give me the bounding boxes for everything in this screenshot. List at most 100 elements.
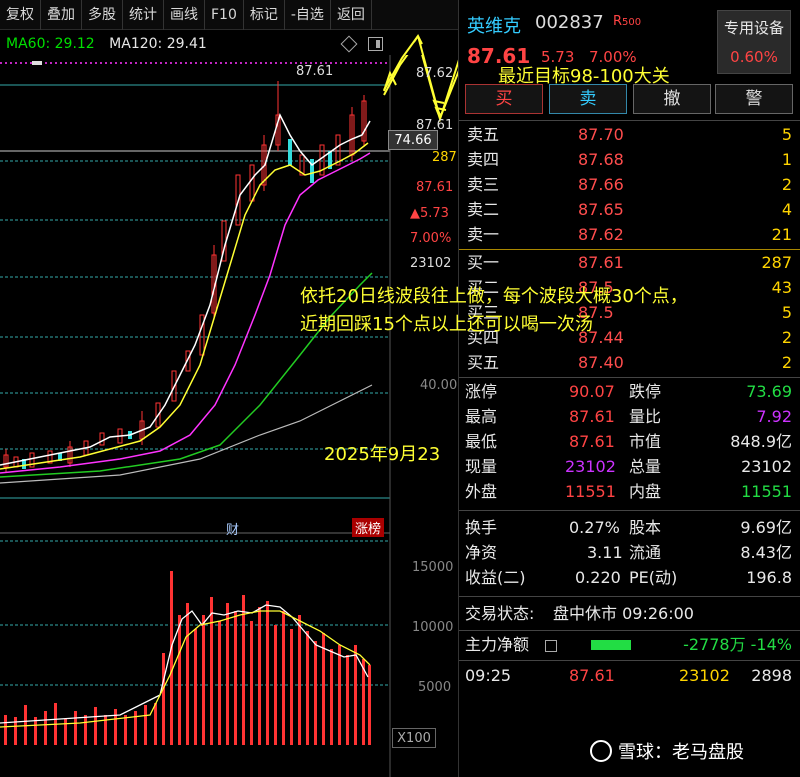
ask-price: 87.70 — [578, 125, 624, 144]
toolbar-overlay-button[interactable]: 叠加 — [41, 0, 82, 30]
ma120-label: MA120: 29.41 — [109, 36, 207, 52]
axis-change-label: ▲5.73 — [410, 206, 449, 221]
alert-button[interactable]: 警 — [715, 84, 793, 114]
stat-volume-ratio-value: 7.92 — [756, 407, 792, 426]
stat-total-vol-value: 23102 — [741, 457, 792, 476]
ask-row-5[interactable]: 卖五 87.70 5 — [463, 123, 792, 147]
ask-label: 卖二 — [467, 200, 500, 219]
bid-row-1[interactable]: 买一 87.61 287 — [463, 251, 792, 275]
ask-row-3[interactable]: 卖三 87.66 2 — [463, 173, 792, 197]
stat-net-assets-label: 净资 — [465, 543, 498, 562]
main-flow-bar — [591, 640, 631, 650]
bid-price: 87.40 — [578, 353, 624, 372]
badge-num: 500 — [622, 17, 642, 28]
main-flow-menu-icon[interactable] — [545, 640, 557, 652]
ma-gray-line — [0, 384, 373, 484]
bid-qty: 287 — [761, 253, 792, 272]
cancel-order-button[interactable]: 撤 — [633, 84, 711, 114]
toolbar-fuquan-button[interactable]: 复权 — [0, 0, 41, 30]
stat-outer-label: 外盘 — [465, 482, 498, 501]
bid-qty: 43 — [771, 278, 792, 297]
ask-qty: 2 — [781, 175, 792, 194]
sell-button[interactable]: 卖 — [549, 84, 627, 114]
ma60-label: MA60: 29.12 — [6, 36, 95, 52]
date-annotation: 2025年9月23 — [324, 444, 441, 465]
limit-up-list-marker[interactable]: 涨榜 — [352, 518, 385, 537]
kline-chart[interactable] — [0, 55, 458, 777]
sector-box[interactable]: 专用设备 0.60% — [717, 10, 791, 74]
stat-current-vol-value: 23102 — [565, 457, 616, 476]
stat-market-cap-value: 848.9亿 — [730, 432, 792, 451]
main-flow-value: -2778万 -14% — [683, 635, 792, 654]
ask-label: 卖四 — [467, 150, 500, 169]
ask-qty: 5 — [781, 125, 792, 144]
crosshair-price-box: 74.66 — [388, 130, 438, 150]
stat-low-value: 87.61 — [569, 432, 615, 451]
quote-panel: 英维克 002837 R500 专用设备 0.60% 87.61 5.73 7.… — [458, 0, 800, 777]
ask-qty: 1 — [781, 150, 792, 169]
toolbar-stats-button[interactable]: 统计 — [123, 0, 164, 30]
bid-label: 买五 — [467, 353, 500, 372]
settings-diamond-icon[interactable] — [340, 35, 358, 53]
rzrq-badge: R500 — [613, 14, 641, 29]
volume-axis-10000: 10000 — [412, 620, 454, 635]
tick-price: 87.61 — [569, 666, 615, 685]
watermark-text: 雪球：老马盘股 — [618, 742, 744, 763]
stat-dieting-label: 跌停 — [629, 382, 662, 401]
stat-current-vol-label: 现量 — [465, 457, 498, 476]
trading-status-value: 盘中休市 09:26:00 — [553, 604, 694, 623]
stat-inner-label: 内盘 — [629, 482, 662, 501]
ask-label: 卖三 — [467, 175, 500, 194]
volume-unit-label: X100 — [392, 728, 436, 748]
ask-row-1[interactable]: 卖一 87.62 21 — [463, 223, 792, 247]
stat-zhangting-label: 涨停 — [465, 382, 498, 401]
toolbar-f10-button[interactable]: F10 — [205, 0, 244, 30]
stat-shares-label: 股本 — [629, 518, 662, 537]
strategy-annotation-line2: 近期回踩15个点以上还可以喝一次汤 — [300, 314, 593, 335]
badge-r: R — [613, 14, 623, 29]
stock-name[interactable]: 英维克 — [467, 12, 521, 38]
axis-pct-label: 7.00% — [410, 231, 452, 246]
axis-volume-label: 23102 — [410, 256, 452, 271]
ma-legend: MA60: 29.12 MA120: 29.41 — [4, 36, 207, 52]
stat-total-vol-label: 总量 — [629, 457, 662, 476]
financial-report-marker[interactable]: 财 — [226, 519, 239, 538]
stat-inner-value: 11551 — [741, 482, 792, 501]
toolbar-draw-button[interactable]: 画线 — [164, 0, 205, 30]
ask-row-2[interactable]: 卖二 87.65 4 — [463, 198, 792, 222]
axis-price-40: 40.00 — [420, 378, 458, 393]
axis-price-3: 287 — [432, 150, 457, 165]
stat-low-label: 最低 — [465, 432, 498, 451]
axis-price-1: 87.62 — [416, 66, 454, 81]
toolbar-multi-stock-button[interactable]: 多股 — [82, 0, 123, 30]
tick-time: 09:25 — [465, 666, 512, 685]
stat-volume-ratio-label: 量比 — [629, 407, 662, 426]
ask-label: 卖一 — [467, 225, 500, 244]
xueqiu-watermark: 雪球：老马盘股 — [590, 738, 744, 764]
toolbar-mark-button[interactable]: 标记 — [244, 0, 285, 30]
xueqiu-logo-icon — [590, 740, 612, 762]
stat-pe-label: PE(动) — [629, 568, 678, 587]
stat-eps-value: 0.220 — [575, 568, 621, 587]
target-annotation: 最近目标98-100大关 — [498, 66, 670, 87]
main-flow-label[interactable]: 主力净额 — [465, 633, 529, 657]
ask-qty: 4 — [781, 200, 792, 219]
bid-row-5[interactable]: 买五 87.40 2 — [463, 351, 792, 375]
stat-dieting-value: 73.69 — [746, 382, 792, 401]
toolbar-back-button[interactable]: 返回 — [331, 0, 372, 30]
ask-qty: 21 — [771, 225, 792, 244]
stat-float-value: 8.43亿 — [740, 543, 792, 562]
toolbar-watchlist-button[interactable]: -自选 — [285, 0, 331, 30]
axis-price-4: 87.61 — [416, 180, 454, 195]
ask-row-4[interactable]: 卖四 87.68 1 — [463, 148, 792, 172]
ask-label: 卖五 — [467, 125, 500, 144]
high-price-label: 87.61 — [296, 64, 334, 79]
volume-axis-5000: 5000 — [418, 680, 452, 695]
bid-price: 87.61 — [578, 253, 624, 272]
stock-code: 002837 — [535, 12, 604, 33]
ask-price: 87.62 — [578, 225, 624, 244]
buy-button[interactable]: 买 — [465, 84, 543, 114]
ask-price: 87.66 — [578, 175, 624, 194]
bid-qty: 2 — [781, 328, 792, 347]
stat-turnover-label: 换手 — [465, 518, 498, 537]
